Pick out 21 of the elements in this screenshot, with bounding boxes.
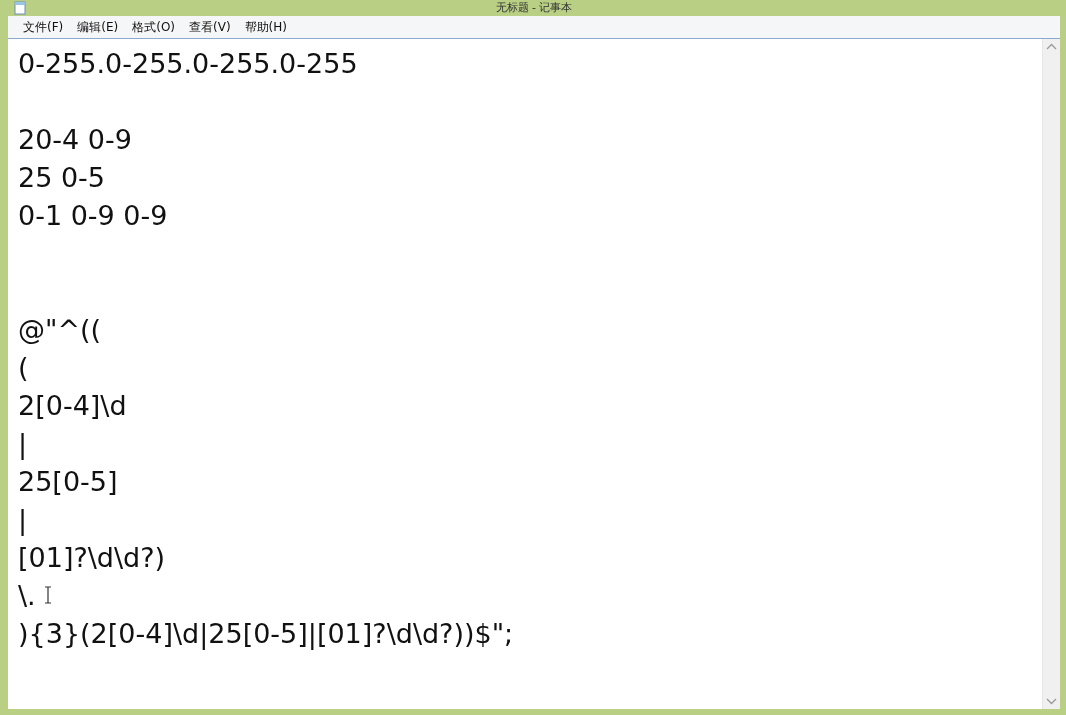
text-cursor-icon	[44, 586, 52, 604]
text-line: 0-255.0-255.0-255.0-255	[18, 47, 358, 81]
scrollbar[interactable]	[1042, 39, 1060, 709]
text-line: 20-4 0-9	[18, 123, 132, 157]
menu-item[interactable]: 帮助(H)	[237, 17, 294, 37]
text-line: [01]?\d\d?)	[18, 541, 166, 575]
text-line: \.	[18, 579, 36, 613]
text-line: 2[0-4]\d	[18, 389, 127, 423]
text-line: 25 0-5	[18, 161, 106, 195]
menu-item[interactable]: 文件(F)	[16, 17, 71, 37]
menu-item[interactable]: 编辑(E)	[70, 17, 126, 37]
window-title: 无标题 - 记事本	[495, 0, 573, 16]
text-line: |	[18, 503, 28, 538]
text-line: |	[18, 427, 28, 462]
text-line: ){3}(2[0-4]\d|25[0-5]|[01]?\d\d?))$";	[18, 617, 514, 652]
text-line: 25[0-5]	[18, 465, 118, 499]
text-line: 0-1 0-9 0-9	[18, 199, 168, 233]
text-line: @"^((	[18, 313, 102, 347]
menu-item[interactable]: 格式(O)	[125, 17, 183, 37]
text-line: (	[18, 351, 29, 385]
menu-item[interactable]: 查看(V)	[182, 17, 238, 37]
